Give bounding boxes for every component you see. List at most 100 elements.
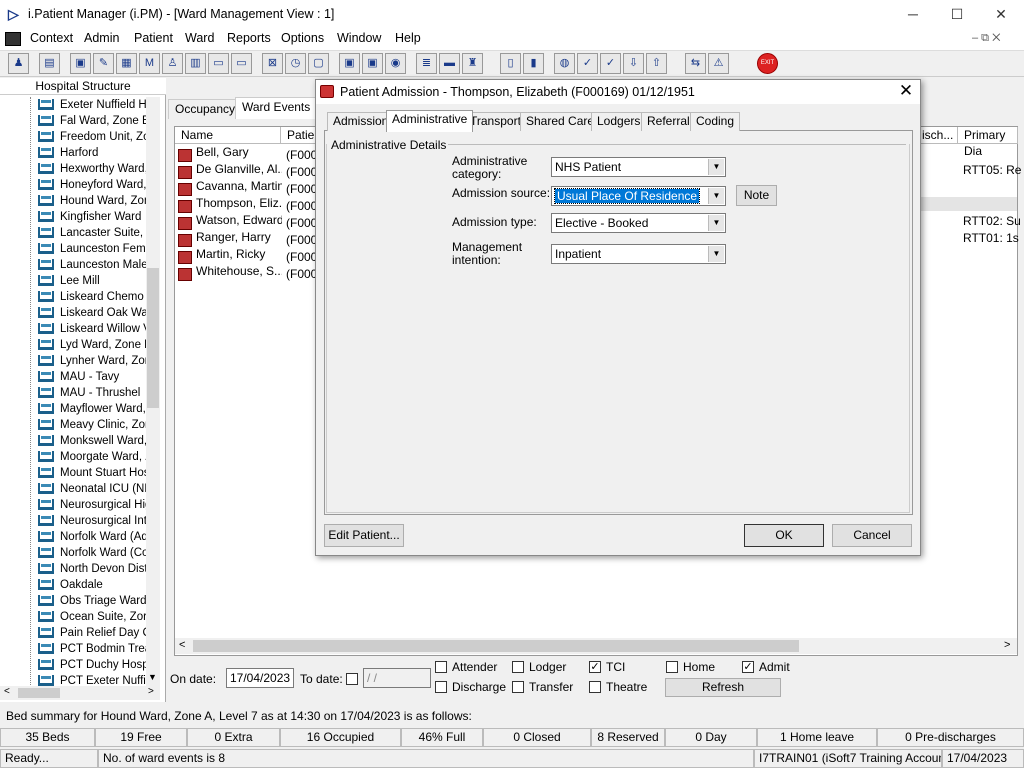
ok-button[interactable]: OK <box>744 524 824 547</box>
chevron-down-icon[interactable]: ▼ <box>708 215 724 231</box>
admission-type-select[interactable]: Elective - Booked ▼ <box>551 213 726 233</box>
admit-checkbox[interactable]: ✓ <box>742 661 754 673</box>
home-checkbox[interactable] <box>666 661 678 673</box>
column-header-primary-diag[interactable]: Primary Dia <box>958 127 1018 158</box>
tree-hscroll-thumb[interactable] <box>18 688 60 698</box>
menu-reports[interactable]: Reports <box>227 31 271 45</box>
table-row[interactable]: Martin, Ricky (F000 <box>178 247 317 265</box>
chart-icon[interactable]: ▮ <box>523 53 544 74</box>
tab-ward-events[interactable]: Ward Events <box>235 97 318 119</box>
maximize-button[interactable]: ☐ <box>934 0 980 30</box>
table-row[interactable]: Whitehouse, S... (F000 <box>178 264 317 282</box>
ward-icon[interactable]: ♜ <box>462 53 483 74</box>
clock-icon[interactable]: ◷ <box>285 53 306 74</box>
admin-category-select[interactable]: NHS Patient ▼ <box>551 157 726 177</box>
ward-tree-item[interactable]: Hound Ward, Zon <box>38 195 148 211</box>
ward-tree-item[interactable]: Neonatal ICU (NN <box>38 483 148 499</box>
ward-tree-item[interactable]: Launceston Fema <box>38 243 148 259</box>
menu-ward[interactable]: Ward <box>185 31 214 45</box>
warning-icon[interactable]: ⚠ <box>708 53 729 74</box>
ward-tree-item[interactable]: Pain Relief Day C <box>38 627 148 643</box>
chevron-down-icon[interactable]: ▼ <box>708 159 724 175</box>
ward-tree-item[interactable]: MAU - Tavy <box>38 371 148 387</box>
patient-search-icon[interactable]: ♟ <box>8 53 29 74</box>
grid-scroll-right-icon[interactable]: > <box>1004 639 1010 651</box>
cancel-doc-icon[interactable]: ⊠ <box>262 53 283 74</box>
mdi-doc-icon[interactable] <box>5 32 21 46</box>
person-icon[interactable]: ♙ <box>162 53 183 74</box>
ward-tree-item[interactable]: Meavy Clinic, Zor <box>38 419 148 435</box>
tab-coding[interactable]: Coding <box>690 112 741 131</box>
ward-tree-item[interactable]: Hexworthy Ward, <box>38 163 148 179</box>
tab-transport[interactable]: Transport <box>464 112 527 131</box>
management-intention-select[interactable]: Inpatient ▼ <box>551 244 726 264</box>
refresh-button[interactable]: Refresh <box>665 678 781 697</box>
ward-tree-item[interactable]: PCT Duchy Hosp <box>38 659 148 675</box>
check-doc2-icon[interactable]: ✓ <box>600 53 621 74</box>
ward-tree-item[interactable]: Liskeard Oak Wa <box>38 307 148 323</box>
menu-patient[interactable]: Patient <box>134 31 173 45</box>
discharge-checkbox[interactable] <box>435 681 447 693</box>
dial-icon[interactable]: ◉ <box>385 53 406 74</box>
grid-hscroll-thumb[interactable] <box>193 640 799 652</box>
menu-admin[interactable]: Admin <box>84 31 119 45</box>
globe-icon[interactable]: ◍ <box>554 53 575 74</box>
card-icon[interactable]: ▭ <box>208 53 229 74</box>
table-row[interactable]: Ranger, Harry (F000 <box>178 230 317 248</box>
tab-admission[interactable]: Admission <box>327 112 395 131</box>
ward-tree-item[interactable]: PCT Bodmin Trea <box>38 643 148 659</box>
ward-tree-item[interactable]: Liskeard Willow V <box>38 323 148 339</box>
tree-scroll-thumb[interactable] <box>147 268 159 408</box>
edit-icon[interactable]: ✎ <box>93 53 114 74</box>
to-date-checkbox[interactable] <box>346 673 358 685</box>
screen2-icon[interactable]: ▣ <box>362 53 383 74</box>
menu-window[interactable]: Window <box>337 31 381 45</box>
scroll-left-icon[interactable]: < <box>4 686 10 697</box>
column-header-name[interactable]: Name <box>175 127 281 144</box>
arrow-down-icon[interactable]: ⇩ <box>623 53 644 74</box>
ward-tree-item[interactable]: Neurosurgical Hig <box>38 499 148 515</box>
register-icon[interactable]: ▣ <box>70 53 91 74</box>
chevron-down-icon[interactable]: ▼ <box>708 246 724 262</box>
ward-tree-item[interactable]: Harford <box>38 147 148 163</box>
ward-tree-item[interactable]: Monkswell Ward, <box>38 435 148 451</box>
ward-tree-item[interactable]: Lyd Ward, Zone B <box>38 339 148 355</box>
menu-context[interactable]: Context <box>30 31 73 45</box>
ward-tree-item[interactable]: Lee Mill <box>38 275 148 291</box>
tab-occupancy[interactable]: Occupancy <box>168 99 243 119</box>
page-icon[interactable]: ▯ <box>500 53 521 74</box>
ward-tree-item[interactable]: Norfolk Ward (Co <box>38 547 148 563</box>
ward-tree-item[interactable]: Launceston Male <box>38 259 148 275</box>
mdi-window-controls[interactable]: – ⧉ ✕ <box>972 32 1000 45</box>
cancel-button[interactable]: Cancel <box>832 524 912 547</box>
document-icon[interactable]: ▦ <box>116 53 137 74</box>
screen-icon[interactable]: ▣ <box>339 53 360 74</box>
chevron-down-icon[interactable]: ▼ <box>708 188 724 204</box>
monitor-icon[interactable]: ▢ <box>308 53 329 74</box>
scroll-down-icon[interactable]: ▼ <box>148 672 157 682</box>
ward-tree-item[interactable]: Honeyford Ward, <box>38 179 148 195</box>
ward-tree-item[interactable]: Freedom Unit, Zo <box>38 131 148 147</box>
table-row[interactable]: Thompson, Eliz... (F000 <box>178 196 317 214</box>
list-icon[interactable]: ≣ <box>416 53 437 74</box>
ward-tree-item[interactable]: Mount Stuart Hos <box>38 467 148 483</box>
column-header-disch[interactable]: isch... <box>916 127 958 144</box>
print-icon[interactable]: ▤ <box>39 53 60 74</box>
bed-icon[interactable]: ▬ <box>439 53 460 74</box>
ward-tree-item[interactable]: North Devon Dist <box>38 563 148 579</box>
edit-patient-button[interactable]: Edit Patient... <box>324 524 404 547</box>
arrow-up-icon[interactable]: ⇧ <box>646 53 667 74</box>
table-row[interactable]: De Glanville, Al... (F000 <box>178 162 317 180</box>
m-icon[interactable]: M <box>139 53 160 74</box>
tab-shared-care[interactable]: Shared Care <box>520 112 601 131</box>
ward-tree-item[interactable]: Lynher Ward, Zor <box>38 355 148 371</box>
ward-tree-item[interactable]: Neurosurgical Inte <box>38 515 148 531</box>
ward-tree-item[interactable]: Kingfisher Ward <box>38 211 148 227</box>
tab-lodgers[interactable]: Lodgers <box>591 112 647 131</box>
notes-icon[interactable]: ▥ <box>185 53 206 74</box>
menu-options[interactable]: Options <box>281 31 324 45</box>
transfer-checkbox[interactable] <box>512 681 524 693</box>
ward-tree-item[interactable]: Oakdale <box>38 579 148 595</box>
transfer-icon[interactable]: ⇆ <box>685 53 706 74</box>
ward-tree-item[interactable]: Obs Triage Ward <box>38 595 148 611</box>
